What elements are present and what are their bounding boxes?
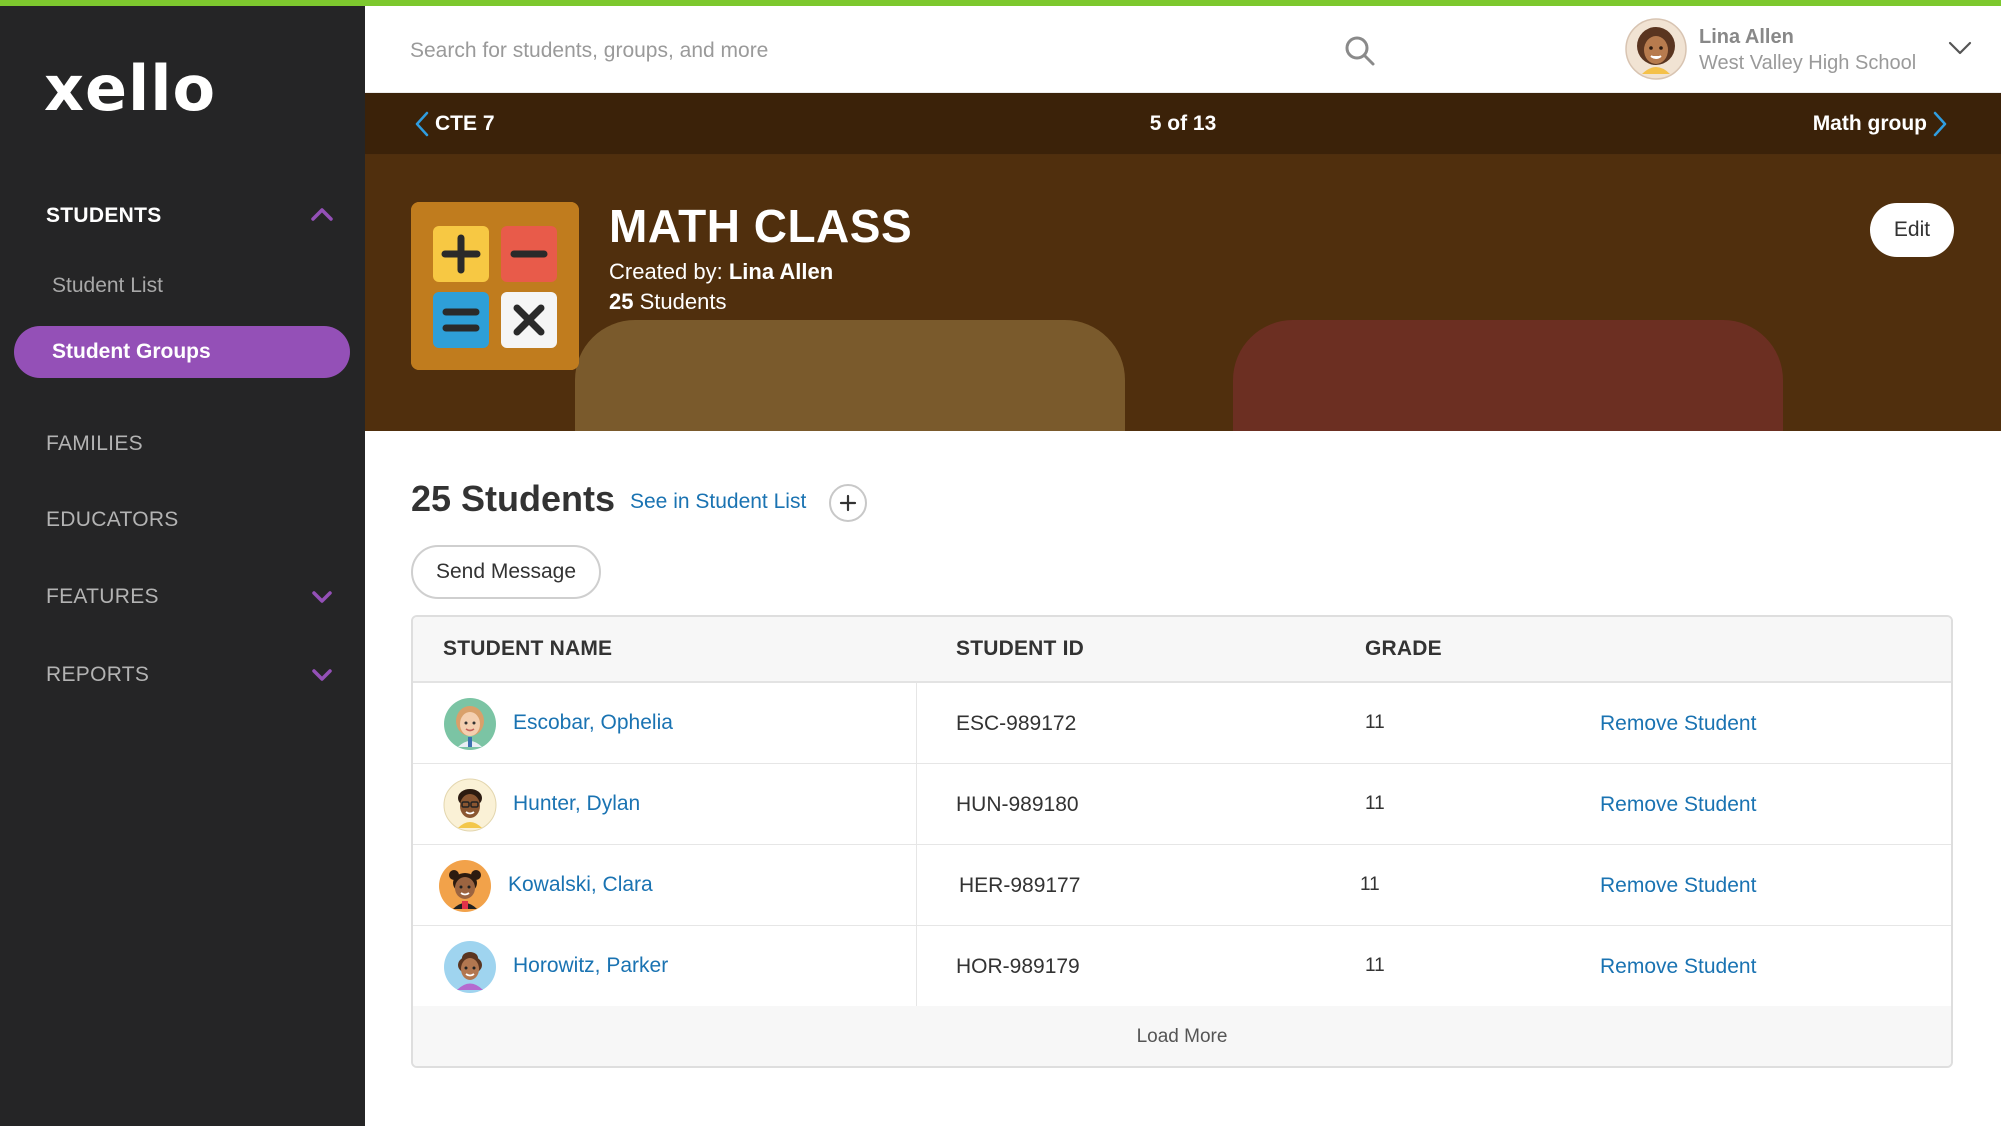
student-grade: 11 [1365, 955, 1385, 976]
sidebar-section-reports[interactable]: REPORTS [46, 663, 149, 687]
student-grade: 11 [1360, 874, 1380, 895]
student-name-link[interactable]: Kowalski, Clara [508, 845, 653, 925]
user-school: West Valley High School [1699, 52, 1917, 74]
user-avatar[interactable] [1625, 18, 1687, 80]
math-symbols-icon [411, 202, 579, 370]
edit-group-button[interactable]: Edit [1870, 203, 1954, 257]
student-name-link[interactable]: Horowitz, Parker [513, 926, 668, 1006]
add-student-button[interactable] [829, 484, 867, 522]
search-input[interactable] [410, 31, 1310, 71]
student-id: ESC-989172 [956, 712, 1077, 735]
sidebar-section-families[interactable]: FAMILIES [46, 432, 143, 456]
created-by-name: Lina Allen [728, 259, 834, 284]
student-count-label: Students [639, 289, 727, 314]
chevron-down-icon[interactable] [307, 582, 337, 612]
sidebar: xello STUDENTS Student List Student Grou… [0, 0, 365, 1126]
student-grade: 11 [1365, 712, 1385, 733]
see-in-student-list-link[interactable]: See in Student List [630, 490, 806, 514]
student-avatar[interactable] [443, 940, 497, 994]
student-id: HER-989177 [959, 874, 1081, 897]
sidebar-section-students[interactable]: STUDENTS [46, 204, 162, 228]
chevron-right-icon [1933, 111, 1947, 137]
logo-text: xello [44, 58, 216, 122]
group-banner: MATH CLASS Created by: Lina Allen 25 Stu… [365, 155, 2001, 431]
group-title: MATH CLASS [609, 200, 913, 252]
table-row: Hunter, Dylan HUN-989180 11 Remove Stude… [413, 764, 1951, 845]
user-name: Lina Allen [1699, 26, 1794, 48]
chevron-down-icon[interactable] [1945, 36, 1975, 60]
cell-divider [916, 845, 917, 925]
remove-student-link[interactable]: Remove Student [1600, 683, 1756, 765]
cell-divider [916, 683, 917, 763]
group-student-count: 25 Students [609, 289, 726, 315]
xello-logo[interactable]: xello [44, 58, 234, 122]
student-count-number: 25 [609, 289, 634, 314]
plus-icon [839, 494, 857, 512]
top-header: Lina Allen West Valley High School [365, 6, 2001, 93]
created-by-label: Created by: [609, 259, 723, 284]
group-created-by: Created by: Lina Allen [609, 259, 833, 285]
remove-student-link[interactable]: Remove Student [1600, 845, 1756, 927]
cell-divider [916, 926, 917, 1006]
student-id: HOR-989179 [956, 955, 1080, 978]
student-avatar[interactable] [443, 697, 497, 751]
sidebar-item-student-list[interactable]: Student List [52, 274, 163, 298]
table-row: Escobar, Ophelia ESC-989172 11 Remove St… [413, 683, 1951, 764]
table-row: Horowitz, Parker HOR-989179 11 Remove St… [413, 926, 1951, 1007]
sidebar-section-features[interactable]: FEATURES [46, 585, 159, 609]
search-icon[interactable] [1342, 33, 1378, 69]
sidebar-item-student-groups[interactable]: Student Groups [14, 326, 350, 378]
banner-decoration [575, 320, 1125, 431]
column-header-student-id[interactable]: STUDENT ID [956, 617, 1084, 681]
group-counter: 5 of 13 [1149, 112, 1217, 135]
previous-group-label: CTE 7 [435, 112, 495, 135]
next-group-link[interactable]: Math group [1813, 93, 1947, 155]
student-name-link[interactable]: Hunter, Dylan [513, 764, 640, 844]
previous-group-link[interactable]: CTE 7 [415, 93, 495, 155]
send-message-button[interactable]: Send Message [411, 545, 601, 599]
banner-decoration [1233, 320, 1783, 431]
remove-student-link[interactable]: Remove Student [1600, 926, 1756, 1008]
student-avatar[interactable] [438, 859, 492, 913]
column-header-student-name[interactable]: STUDENT NAME [443, 617, 612, 681]
group-navigation-bar: 5 of 13 CTE 7 Math group [365, 93, 2001, 155]
student-name-link[interactable]: Escobar, Ophelia [513, 683, 673, 763]
chevron-down-icon[interactable] [307, 660, 337, 690]
chevron-up-icon[interactable] [307, 200, 337, 230]
cell-divider [916, 764, 917, 844]
table-header: STUDENT NAME STUDENT ID GRADE [413, 617, 1951, 683]
remove-student-link[interactable]: Remove Student [1600, 764, 1756, 846]
sidebar-section-educators[interactable]: EDUCATORS [46, 508, 179, 532]
top-accent-bar [0, 0, 2001, 6]
student-grade: 11 [1365, 793, 1385, 814]
student-table: STUDENT NAME STUDENT ID GRADE Escobar, O… [411, 615, 1953, 1068]
load-more-button[interactable]: Load More [413, 1006, 1951, 1066]
next-group-label: Math group [1812, 112, 1927, 135]
student-avatar[interactable] [443, 778, 497, 832]
students-heading: 25 Students [411, 478, 616, 519]
column-header-grade[interactable]: GRADE [1365, 617, 1442, 681]
table-row: Kowalski, Clara HER-989177 11 Remove Stu… [413, 845, 1951, 926]
student-id: HUN-989180 [956, 793, 1079, 816]
chevron-left-icon [415, 111, 429, 137]
